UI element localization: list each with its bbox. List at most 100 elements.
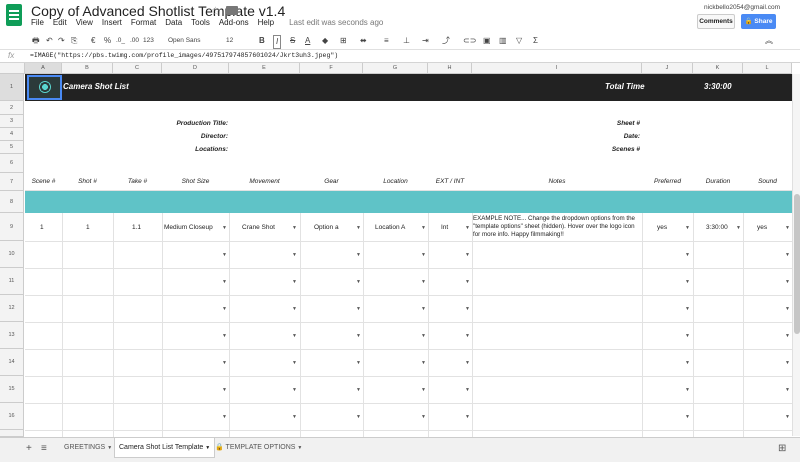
row-header-17[interactable] bbox=[0, 430, 24, 437]
dropdown-arrow-icon[interactable]: ▼ bbox=[356, 360, 361, 366]
dropdown-arrow-icon[interactable]: ▼ bbox=[421, 306, 426, 312]
cell-duration[interactable]: 3:30:00 bbox=[706, 224, 728, 231]
dropdown-arrow-icon[interactable]: ▼ bbox=[222, 333, 227, 339]
dropdown-arrow-icon[interactable]: ▼ bbox=[356, 414, 361, 420]
dropdown-arrow-icon[interactable]: ▼ bbox=[421, 387, 426, 393]
column-header-d[interactable]: D bbox=[162, 63, 229, 74]
dropdown-arrow-icon[interactable]: ▼ bbox=[785, 252, 790, 258]
chevron-down-icon[interactable]: ▼ bbox=[297, 445, 302, 451]
sheet-tab-template-options[interactable]: 🔒 TEMPLATE OPTIONS ▼ bbox=[211, 438, 306, 458]
dropdown-arrow-icon[interactable]: ▼ bbox=[685, 225, 690, 231]
cell-notes[interactable]: EXAMPLE NOTE... Change the dropdown opti… bbox=[473, 215, 643, 239]
dropdown-arrow-icon[interactable]: ▼ bbox=[785, 279, 790, 285]
dropdown-arrow-icon[interactable]: ▼ bbox=[292, 279, 297, 285]
menu-help[interactable]: Help bbox=[258, 18, 274, 32]
dropdown-arrow-icon[interactable]: ▼ bbox=[785, 306, 790, 312]
menu-format[interactable]: Format bbox=[131, 18, 156, 32]
dropdown-arrow-icon[interactable]: ▼ bbox=[356, 252, 361, 258]
dropdown-arrow-icon[interactable]: ▼ bbox=[785, 360, 790, 366]
chevron-down-icon[interactable]: ▼ bbox=[205, 445, 210, 451]
row-header-10[interactable]: 10 bbox=[0, 241, 24, 268]
dropdown-arrow-icon[interactable]: ▼ bbox=[685, 306, 690, 312]
italic-button[interactable]: I bbox=[273, 35, 282, 49]
row-header-7[interactable]: 7 bbox=[0, 173, 24, 191]
row-header-16[interactable]: 16 bbox=[0, 403, 24, 430]
row-header-2[interactable]: 2 bbox=[0, 101, 24, 115]
dropdown-arrow-icon[interactable]: ▼ bbox=[222, 387, 227, 393]
cell-scene[interactable]: 1 bbox=[40, 224, 44, 231]
dropdown-arrow-icon[interactable]: ▼ bbox=[356, 225, 361, 231]
star-icon[interactable]: ☆ bbox=[210, 4, 221, 18]
align-left-icon[interactable]: ≡ bbox=[384, 35, 389, 47]
dropdown-arrow-icon[interactable]: ▼ bbox=[222, 279, 227, 285]
dropdown-arrow-icon[interactable]: ▼ bbox=[785, 414, 790, 420]
paint-format-icon[interactable]: ⎘ bbox=[71, 35, 77, 47]
text-color-button[interactable]: A bbox=[305, 35, 310, 47]
row-header-3[interactable]: 3 bbox=[0, 115, 24, 128]
column-header-a[interactable]: A bbox=[25, 63, 62, 74]
cell-gear[interactable]: Option a bbox=[314, 224, 339, 231]
row-header-13[interactable]: 13 bbox=[0, 322, 24, 349]
row-header-14[interactable]: 14 bbox=[0, 349, 24, 376]
dropdown-arrow-icon[interactable]: ▼ bbox=[785, 225, 790, 231]
font-size-selector[interactable]: 12 bbox=[226, 35, 233, 47]
row-header-11[interactable]: 11 bbox=[0, 268, 24, 295]
dropdown-arrow-icon[interactable]: ▼ bbox=[292, 360, 297, 366]
row-header-5[interactable]: 5 bbox=[0, 141, 24, 154]
document-title[interactable]: Copy of Advanced Shotlist Template v1.4 bbox=[31, 3, 285, 19]
dropdown-arrow-icon[interactable]: ▼ bbox=[465, 225, 470, 231]
dropdown-arrow-icon[interactable]: ▼ bbox=[465, 252, 470, 258]
sheet-tab-greetings[interactable]: GREETINGS ▼ bbox=[60, 438, 116, 458]
increase-decimal-button[interactable]: .00 bbox=[130, 35, 139, 47]
dropdown-arrow-icon[interactable]: ▼ bbox=[356, 333, 361, 339]
fill-color-icon[interactable]: ◆ bbox=[322, 35, 328, 47]
column-header-e[interactable]: E bbox=[229, 63, 300, 74]
dropdown-arrow-icon[interactable]: ▼ bbox=[421, 414, 426, 420]
dropdown-arrow-icon[interactable]: ▼ bbox=[685, 279, 690, 285]
cell-preferred[interactable]: yes bbox=[657, 224, 667, 231]
dropdown-arrow-icon[interactable]: ▼ bbox=[785, 333, 790, 339]
row-header-1[interactable]: 1 bbox=[0, 74, 24, 101]
dropdown-arrow-icon[interactable]: ▼ bbox=[685, 414, 690, 420]
dropdown-arrow-icon[interactable]: ▼ bbox=[421, 279, 426, 285]
title-row[interactable]: Camera Shot List Total Time 3:30:00 bbox=[25, 74, 795, 101]
menu-data[interactable]: Data bbox=[165, 18, 182, 32]
dropdown-arrow-icon[interactable]: ▼ bbox=[465, 333, 470, 339]
select-all-corner[interactable] bbox=[0, 63, 25, 74]
font-selector[interactable]: Open Sans bbox=[168, 35, 201, 47]
dropdown-arrow-icon[interactable]: ▼ bbox=[222, 225, 227, 231]
row-header-12[interactable]: 12 bbox=[0, 295, 24, 322]
cell-shot-size[interactable]: Medium Closeup bbox=[164, 224, 213, 231]
menu-file[interactable]: File bbox=[31, 18, 44, 32]
dropdown-arrow-icon[interactable]: ▼ bbox=[421, 225, 426, 231]
row-header-15[interactable]: 15 bbox=[0, 376, 24, 403]
menu-addons[interactable]: Add-ons bbox=[219, 18, 249, 32]
undo-icon[interactable]: ↶ bbox=[46, 35, 53, 47]
column-header-k[interactable]: K bbox=[693, 63, 743, 74]
column-header-b[interactable]: B bbox=[62, 63, 113, 74]
row-header-6[interactable]: 6 bbox=[0, 154, 24, 173]
sheet-tab-camera-shot-list[interactable]: Camera Shot List Template ▼ bbox=[114, 438, 216, 458]
chevron-down-icon[interactable]: ▼ bbox=[107, 445, 112, 451]
dropdown-arrow-icon[interactable]: ▼ bbox=[292, 252, 297, 258]
dropdown-arrow-icon[interactable]: ▼ bbox=[785, 387, 790, 393]
row-header-8[interactable]: 8 bbox=[0, 191, 24, 213]
comments-button[interactable]: Comments bbox=[697, 14, 735, 29]
folder-icon[interactable] bbox=[226, 6, 238, 15]
explore-icon[interactable]: ⊞ bbox=[778, 443, 786, 454]
redo-icon[interactable]: ↷ bbox=[58, 35, 65, 47]
dropdown-arrow-icon[interactable]: ▼ bbox=[222, 252, 227, 258]
dropdown-arrow-icon[interactable]: ▼ bbox=[222, 360, 227, 366]
percent-button[interactable]: % bbox=[104, 35, 111, 47]
dropdown-arrow-icon[interactable]: ▼ bbox=[292, 414, 297, 420]
dropdown-arrow-icon[interactable]: ▼ bbox=[292, 333, 297, 339]
insert-comment-icon[interactable]: ▣ bbox=[483, 35, 491, 47]
cell-movement[interactable]: Crane Shot bbox=[242, 224, 275, 231]
add-sheet-icon[interactable]: + bbox=[26, 443, 32, 454]
functions-button[interactable]: Σ bbox=[533, 35, 538, 47]
cell-ext-int[interactable]: Int bbox=[441, 224, 448, 231]
column-header-l[interactable]: L bbox=[743, 63, 792, 74]
column-header-h[interactable]: H bbox=[428, 63, 472, 74]
column-header-f[interactable]: F bbox=[300, 63, 363, 74]
vertical-scrollbar[interactable] bbox=[792, 74, 800, 436]
